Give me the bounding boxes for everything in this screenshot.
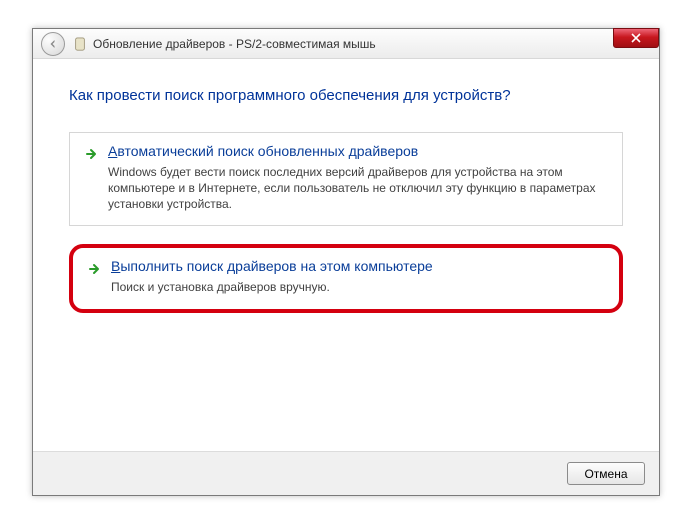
titlebar: Обновление драйверов - PS/2-совместимая … <box>33 29 659 59</box>
option-auto-search[interactable]: Автоматический поиск обновленных драйвер… <box>69 132 623 226</box>
page-heading: Как провести поиск программного обеспече… <box>69 87 623 104</box>
option-manual-search[interactable]: Выполнить поиск драйверов на этом компью… <box>69 244 623 313</box>
cancel-button[interactable]: Отмена <box>567 462 645 485</box>
wizard-window: Обновление драйверов - PS/2-совместимая … <box>32 28 660 496</box>
close-icon <box>631 33 641 43</box>
content-area: Как провести поиск программного обеспече… <box>33 59 659 313</box>
arrow-right-icon <box>87 261 103 277</box>
back-button[interactable] <box>41 32 65 56</box>
option-description: Windows будет вести поиск последних верс… <box>108 164 608 213</box>
close-button[interactable] <box>613 28 659 48</box>
device-icon <box>73 37 87 51</box>
option-title: Автоматический поиск обновленных драйвер… <box>108 143 418 159</box>
option-description: Поиск и установка драйверов вручную. <box>111 279 605 295</box>
window-title: Обновление драйверов - PS/2-совместимая … <box>93 37 376 51</box>
footer: Отмена <box>33 451 659 495</box>
option-title: Выполнить поиск драйверов на этом компью… <box>111 258 433 274</box>
arrow-right-icon <box>84 146 100 162</box>
back-arrow-icon <box>47 38 59 50</box>
